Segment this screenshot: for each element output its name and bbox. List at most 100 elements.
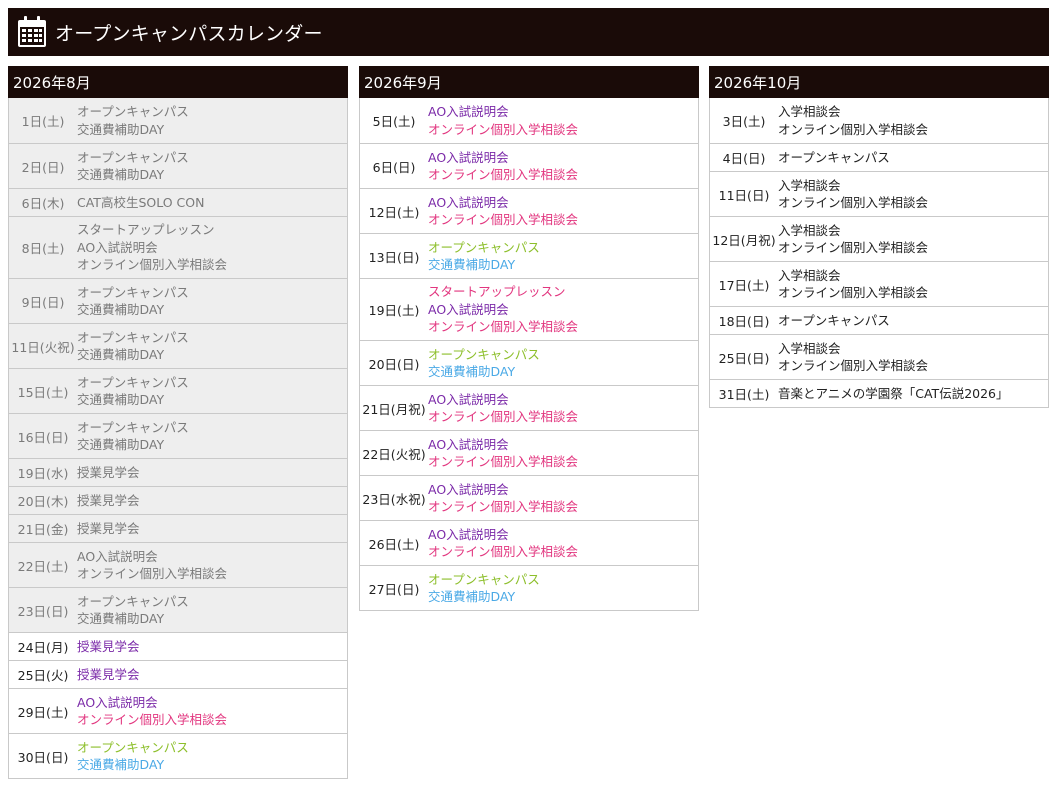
calendar-row: 26日(土) AO入試説明会 オンライン個別入学相談会: [360, 520, 698, 565]
calendar-row: 4日(日) オープンキャンパス: [710, 143, 1048, 171]
event-item[interactable]: 入学相談会: [778, 177, 928, 195]
event-item[interactable]: 交通費補助DAY: [77, 436, 189, 454]
event-item[interactable]: オンライン個別入学相談会: [428, 211, 578, 229]
event-list: オープンキャンパス 交通費補助DAY: [428, 235, 540, 278]
event-item[interactable]: オンライン個別入学相談会: [77, 565, 227, 583]
event-item[interactable]: 交通費補助DAY: [428, 588, 540, 606]
event-item[interactable]: オンライン個別入学相談会: [778, 121, 928, 139]
event-list: AO入試説明会 オンライン個別入学相談会: [428, 522, 578, 565]
event-item[interactable]: 授業見学会: [77, 492, 140, 510]
event-item[interactable]: オンライン個別入学相談会: [428, 318, 578, 336]
event-item[interactable]: オンライン個別入学相談会: [428, 408, 578, 426]
event-item[interactable]: 入学相談会: [778, 340, 928, 358]
event-item[interactable]: オープンキャンパス: [778, 312, 890, 330]
event-item[interactable]: オンライン個別入学相談会: [428, 453, 578, 471]
event-list: 授業見学会: [77, 634, 140, 660]
month-heading: 2026年9月: [359, 66, 699, 98]
event-item[interactable]: AO入試説明会: [77, 694, 227, 712]
event-item[interactable]: オープンキャンパス: [77, 329, 189, 347]
calendar-row: 13日(日) オープンキャンパス 交通費補助DAY: [360, 233, 698, 278]
event-item[interactable]: オープンキャンパス: [778, 149, 890, 167]
event-item[interactable]: オープンキャンパス: [77, 103, 189, 121]
event-item[interactable]: オンライン個別入学相談会: [77, 256, 227, 274]
event-item[interactable]: オンライン個別入学相談会: [778, 284, 928, 302]
event-item[interactable]: 交通費補助DAY: [77, 121, 189, 139]
event-item[interactable]: オープンキャンパス: [77, 149, 189, 167]
event-date: 8日(土): [21, 241, 65, 256]
event-list: 入学相談会 オンライン個別入学相談会: [778, 218, 928, 261]
event-list: オープンキャンパス 交通費補助DAY: [77, 370, 189, 413]
event-item[interactable]: 授業見学会: [77, 520, 140, 538]
event-date: 11日(火祝): [11, 339, 75, 355]
event-item[interactable]: 交通費補助DAY: [428, 256, 540, 274]
event-item[interactable]: 交通費補助DAY: [77, 610, 189, 628]
calendar-row: 2日(日) オープンキャンパス 交通費補助DAY: [9, 143, 347, 188]
event-list: オープンキャンパス: [778, 145, 890, 171]
event-item[interactable]: 交通費補助DAY: [77, 756, 189, 774]
event-item[interactable]: CAT高校生SOLO CON: [77, 194, 204, 212]
event-item[interactable]: AO入試説明会: [428, 103, 578, 121]
event-item[interactable]: AO入試説明会: [77, 548, 227, 566]
calendar-row: 25日(日) 入学相談会 オンライン個別入学相談会: [710, 334, 1048, 379]
event-item[interactable]: AO入試説明会: [428, 526, 578, 544]
event-date: 31日(土): [718, 387, 770, 402]
event-list: スタートアップレッスン AO入試説明会 オンライン個別入学相談会: [77, 217, 227, 278]
month-heading: 2026年10月: [709, 66, 1049, 98]
event-item[interactable]: オープンキャンパス: [77, 739, 189, 757]
event-item[interactable]: 交通費補助DAY: [77, 301, 189, 319]
event-item[interactable]: オープンキャンパス: [428, 239, 540, 257]
event-date: 18日(日): [718, 314, 770, 329]
event-item[interactable]: オンライン個別入学相談会: [428, 543, 578, 561]
calendar-row: 21日(月祝) AO入試説明会 オンライン個別入学相談会: [360, 385, 698, 430]
event-list: オープンキャンパス 交通費補助DAY: [77, 735, 189, 778]
event-list: 入学相談会 オンライン個別入学相談会: [778, 263, 928, 306]
event-date: 26日(土): [368, 536, 420, 552]
event-item[interactable]: AO入試説明会: [428, 301, 578, 319]
event-item[interactable]: 授業見学会: [77, 666, 140, 684]
event-item[interactable]: スタートアップレッスン: [77, 221, 227, 239]
event-date: 3日(土): [722, 114, 766, 129]
event-item[interactable]: 入学相談会: [778, 267, 928, 285]
event-item[interactable]: オープンキャンパス: [77, 593, 189, 611]
month-table: 5日(土) AO入試説明会 オンライン個別入学相談会 6日(日) AO入試説明会 オンライ…: [359, 98, 699, 611]
event-date: 2日(日): [21, 159, 65, 175]
event-item[interactable]: AO入試説明会: [428, 391, 578, 409]
event-item[interactable]: オープンキャンパス: [428, 346, 540, 364]
event-item[interactable]: オンライン個別入学相談会: [778, 194, 928, 212]
calendar-row: 12日(月祝) 入学相談会 オンライン個別入学相談会: [710, 216, 1048, 261]
event-item[interactable]: AO入試説明会: [428, 149, 578, 167]
event-item[interactable]: オンライン個別入学相談会: [428, 498, 578, 516]
event-item[interactable]: オープンキャンパス: [428, 571, 540, 589]
event-date: 6日(木): [21, 196, 65, 211]
event-date: 1日(土): [21, 114, 65, 129]
calendar-row: 17日(土) 入学相談会 オンライン個別入学相談会: [710, 261, 1048, 306]
event-item[interactable]: 交通費補助DAY: [77, 346, 189, 364]
event-item[interactable]: 音楽とアニメの学園祭「CAT伝説2026」: [778, 385, 1009, 403]
event-item[interactable]: オープンキャンパス: [77, 374, 189, 392]
event-item[interactable]: AO入試説明会: [428, 436, 578, 454]
event-item[interactable]: オープンキャンパス: [77, 419, 189, 437]
event-item[interactable]: オンライン個別入学相談会: [77, 711, 227, 729]
event-list: 授業見学会: [77, 516, 140, 542]
event-item[interactable]: 入学相談会: [778, 222, 928, 240]
event-item[interactable]: オンライン個別入学相談会: [428, 121, 578, 139]
event-item[interactable]: スタートアップレッスン: [428, 283, 578, 301]
event-item[interactable]: AO入試説明会: [428, 194, 578, 212]
event-item[interactable]: オンライン個別入学相談会: [428, 166, 578, 184]
event-date: 25日(火): [17, 668, 69, 683]
event-list: 入学相談会 オンライン個別入学相談会: [778, 173, 928, 216]
event-item[interactable]: 交通費補助DAY: [77, 166, 189, 184]
event-item[interactable]: 交通費補助DAY: [77, 391, 189, 409]
event-item[interactable]: オンライン個別入学相談会: [778, 357, 928, 375]
event-item[interactable]: AO入試説明会: [428, 481, 578, 499]
event-item[interactable]: 交通費補助DAY: [428, 363, 540, 381]
event-item[interactable]: 授業見学会: [77, 638, 140, 656]
event-item[interactable]: オンライン個別入学相談会: [778, 239, 928, 257]
event-item[interactable]: 入学相談会: [778, 103, 928, 121]
event-item[interactable]: 授業見学会: [77, 464, 140, 482]
event-list: オープンキャンパス 交通費補助DAY: [77, 99, 189, 142]
event-date: 23日(水祝): [362, 491, 426, 507]
calendar-row: 19日(水) 授業見学会: [9, 458, 347, 486]
event-item[interactable]: AO入試説明会: [77, 239, 227, 257]
event-item[interactable]: オープンキャンパス: [77, 284, 189, 302]
